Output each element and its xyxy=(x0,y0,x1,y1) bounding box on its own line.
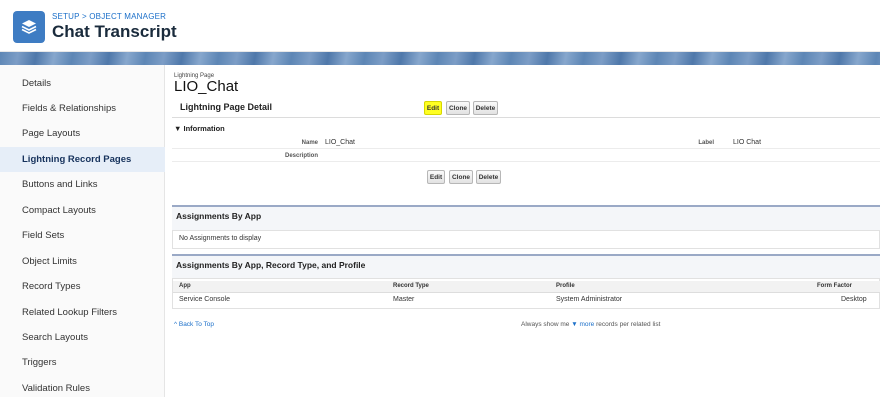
main-content: Lightning Page LIO_Chat Lightning Page D… xyxy=(165,65,880,397)
sidebar-item-object-limits[interactable]: Object Limits xyxy=(0,249,165,274)
info-row-name: Name LIO_Chat Label LIO Chat xyxy=(172,137,880,149)
decorative-banner xyxy=(0,52,880,65)
assignments-table: App Record Type Profile Form Factor Serv… xyxy=(172,278,880,309)
edit-button-bottom[interactable]: Edit xyxy=(427,170,445,184)
sidebar-item-record-types[interactable]: Record Types xyxy=(0,274,165,299)
page-title: LIO_Chat xyxy=(174,78,239,95)
assignments-by-app-title: Assignments By App xyxy=(176,211,262,221)
delete-button[interactable]: Delete xyxy=(473,101,498,115)
delete-button-bottom[interactable]: Delete xyxy=(476,170,501,184)
table-row: Service Console Master System Administra… xyxy=(173,294,880,307)
assignments-by-app-section: Assignments By App No Assignments to dis… xyxy=(172,205,880,249)
description-label: Description xyxy=(284,153,318,159)
clone-button[interactable]: Clone xyxy=(446,101,470,115)
back-to-top-link[interactable]: ^ Back To Top xyxy=(174,321,214,328)
sidebar-item-details[interactable]: Details xyxy=(0,71,165,96)
info-row-description: Description xyxy=(172,150,880,162)
sidebar-item-lightning-record-pages[interactable]: Lightning Record Pages xyxy=(0,147,165,172)
sidebar-item-validation-rules[interactable]: Validation Rules xyxy=(0,376,165,401)
column-header-record-type: Record Type xyxy=(393,283,429,289)
information-section-toggle[interactable]: ▼ Information xyxy=(174,124,225,133)
sidebar-item-page-layouts[interactable]: Page Layouts xyxy=(0,121,165,146)
detail-title: Lightning Page Detail xyxy=(180,102,273,112)
column-header-profile: Profile xyxy=(556,283,575,289)
clone-button-bottom[interactable]: Clone xyxy=(449,170,473,184)
breadcrumb[interactable]: SETUP > OBJECT MANAGER xyxy=(52,12,166,21)
sidebar-item-related-lookup-filters[interactable]: Related Lookup Filters xyxy=(0,300,165,325)
object-header: SETUP > OBJECT MANAGER Chat Transcript xyxy=(0,0,880,52)
empty-assignments-text: No Assignments to display xyxy=(179,235,262,242)
object-title: Chat Transcript xyxy=(52,22,177,41)
records-per-list-text: Always show me ▼ more records per relate… xyxy=(521,321,660,328)
name-value: LIO_Chat xyxy=(325,139,355,146)
column-header-app: App xyxy=(179,283,191,289)
sidebar-item-buttons-links[interactable]: Buttons and Links xyxy=(0,172,165,197)
table-header-row: App Record Type Profile Form Factor xyxy=(173,281,880,293)
sidebar-item-compact-layouts[interactable]: Compact Layouts xyxy=(0,198,165,223)
sidebar-item-fields-relationships[interactable]: Fields & Relationships xyxy=(0,96,165,121)
assignments-by-profile-title: Assignments By App, Record Type, and Pro… xyxy=(176,260,366,270)
assignments-by-app-body: No Assignments to display xyxy=(172,230,880,249)
more-records-link[interactable]: ▼ more xyxy=(571,321,594,328)
sidebar-item-search-layouts[interactable]: Search Layouts xyxy=(0,325,165,350)
sidebar: Details Fields & Relationships Page Layo… xyxy=(0,65,165,397)
sidebar-item-field-sets[interactable]: Field Sets xyxy=(0,223,165,248)
sidebar-item-triggers[interactable]: Triggers xyxy=(0,350,165,375)
layers-icon xyxy=(13,11,45,43)
cell-app: Service Console xyxy=(179,296,230,303)
detail-header-bar: Lightning Page Detail Edit Clone Delete xyxy=(172,98,880,118)
name-label: Name xyxy=(301,140,318,146)
edit-button[interactable]: Edit xyxy=(424,101,442,115)
column-header-form-factor: Form Factor xyxy=(817,283,853,289)
label-label: Label xyxy=(698,140,714,146)
always-show-prefix: Always show me xyxy=(521,321,570,328)
cell-profile: System Administrator xyxy=(556,296,623,303)
assignments-by-profile-section: Assignments By App, Record Type, and Pro… xyxy=(172,254,880,309)
always-show-suffix: records per related list xyxy=(596,321,661,328)
cell-record-type: Master xyxy=(393,296,415,303)
cell-form-factor: Desktop xyxy=(841,296,867,303)
label-value: LIO Chat xyxy=(733,139,762,146)
